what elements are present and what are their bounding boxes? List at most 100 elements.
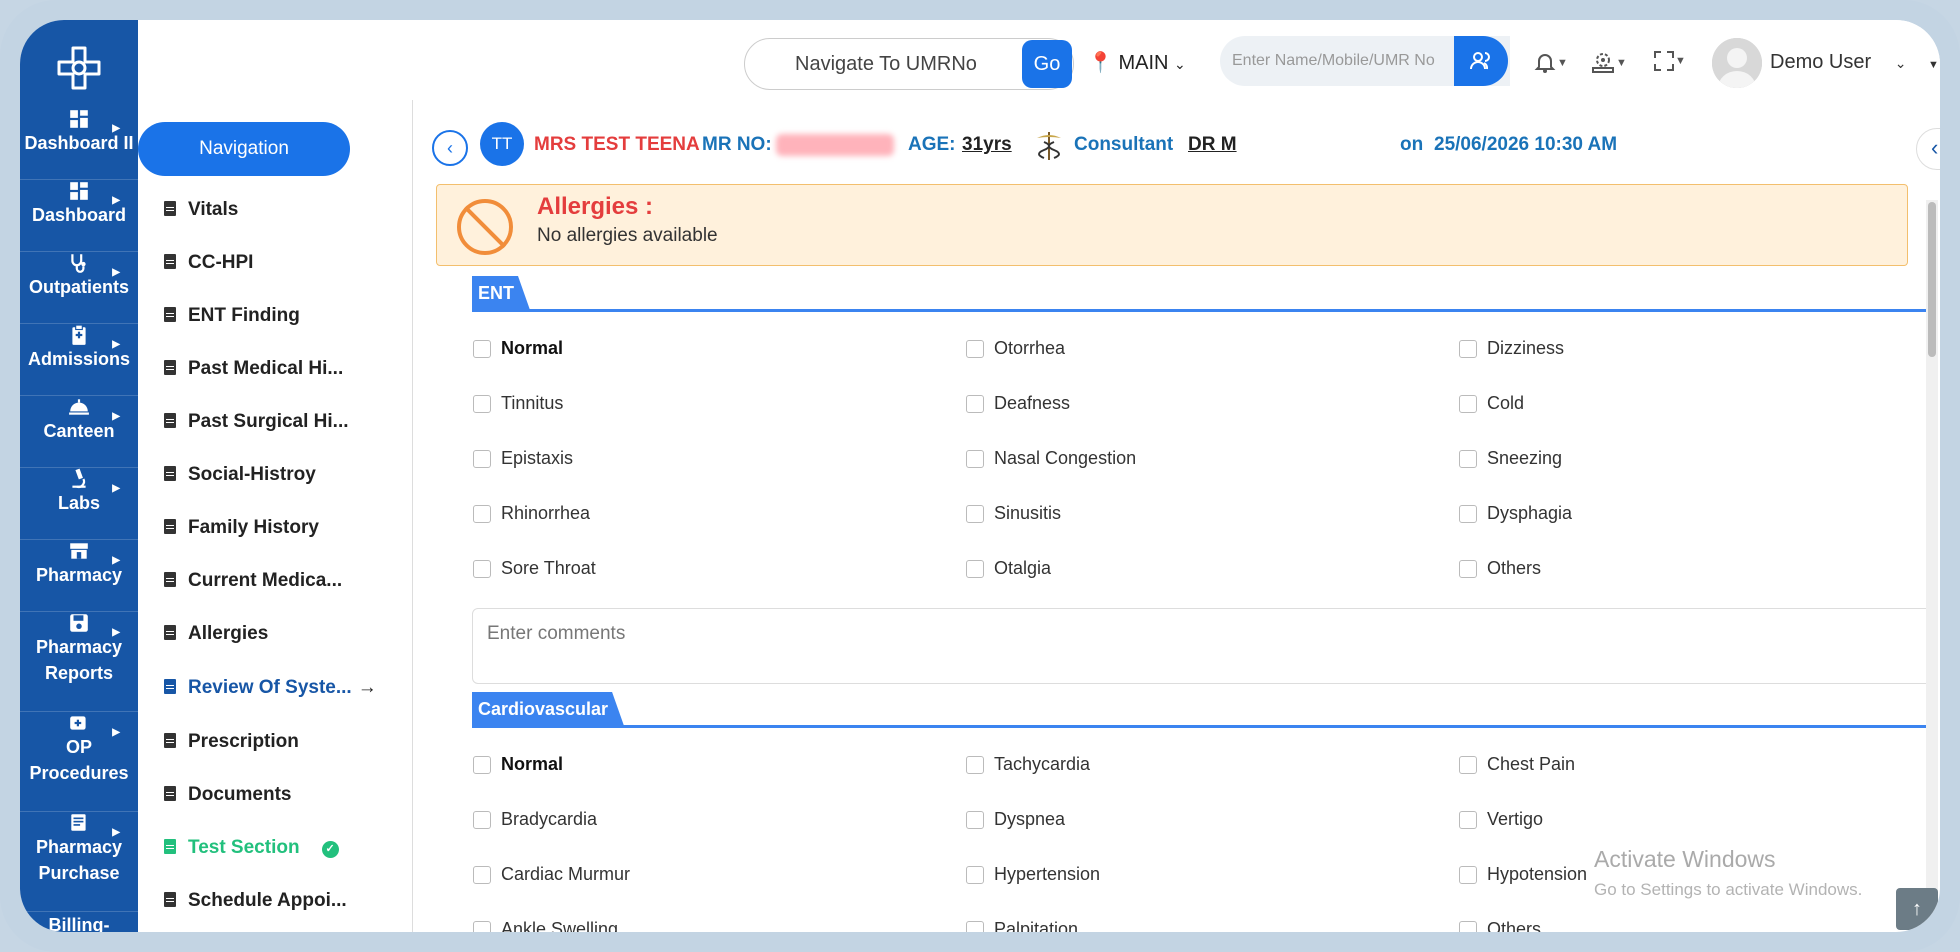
cardio-option-palpitation[interactable]: Palpitation [966,919,1078,932]
checkbox[interactable] [966,811,984,829]
checkbox[interactable] [1459,866,1477,884]
sidebar-item-pharmacy-purchase[interactable]: ▶ Pharmacy Purchase [20,812,138,912]
checkbox[interactable] [473,450,491,468]
sidebar-item-pharmacy-reports[interactable]: ▶ Pharmacy Reports [20,612,138,712]
nav-item-family-history[interactable]: Family History [164,513,319,543]
checkbox[interactable] [966,450,984,468]
nav-item-schedule-appointment[interactable]: Schedule Appoi... [164,886,347,916]
ent-option-otalgia[interactable]: Otalgia [966,558,1051,579]
checkbox[interactable] [966,340,984,358]
sidebar-item-dashboard[interactable]: ▶ Dashboard [20,180,138,252]
cardio-option-normal[interactable]: Normal [473,754,563,775]
checkbox[interactable] [966,921,984,932]
user-avatar-icon [1712,38,1762,88]
nav-item-label: Past Surgical Hi... [188,411,349,432]
patient-search-button[interactable] [1454,36,1508,86]
cardio-option-bradycardia[interactable]: Bradycardia [473,809,597,830]
ent-option-sinusitis[interactable]: Sinusitis [966,503,1061,524]
nav-item-review-of-systems[interactable]: Review Of Syste... → [164,673,377,703]
checkbox[interactable] [473,505,491,523]
ent-comments-textarea[interactable]: Enter comments [472,608,1934,684]
cardio-option-cardiac-murmur[interactable]: Cardiac Murmur [473,864,630,885]
ent-option-dizziness[interactable]: Dizziness [1459,338,1564,359]
nav-item-allergies[interactable]: Allergies [164,619,268,649]
consultant-label: Consultant [1074,134,1174,155]
checkbox[interactable] [1459,921,1477,932]
bell-icon [1534,54,1556,73]
nav-item-documents[interactable]: Documents [164,780,291,810]
history-toggle[interactable]: ‹ [1916,128,1940,170]
nav-item-prescription[interactable]: Prescription [164,727,299,757]
checkbox[interactable] [1459,560,1477,578]
ent-option-otorrhea[interactable]: Otorrhea [966,338,1065,359]
go-button[interactable]: Go [1022,40,1072,88]
nav-item-past-medical-history[interactable]: Past Medical Hi... [164,354,343,384]
location-selector[interactable]: 📍 MAIN ⌄ [1088,50,1186,75]
ent-option-deafness[interactable]: Deafness [966,393,1070,414]
checkbox[interactable] [966,866,984,884]
checkbox[interactable] [966,756,984,774]
checkbox[interactable] [473,395,491,413]
cardio-option-hypertension[interactable]: Hypertension [966,864,1100,885]
notifications-dropdown[interactable]: ▼ [1533,50,1568,79]
checkbox[interactable] [1459,505,1477,523]
navigation-header-button[interactable]: Navigation [138,122,350,176]
nav-item-current-medication[interactable]: Current Medica... [164,566,342,596]
cardio-option-others[interactable]: Others [1459,919,1541,932]
nav-item-test-section[interactable]: Test Section ✓ [164,833,339,863]
nav-item-vitals[interactable]: Vitals [164,195,238,225]
checkbox[interactable] [473,811,491,829]
checkbox[interactable] [1459,811,1477,829]
ent-option-normal[interactable]: Normal [473,338,563,359]
ent-option-others[interactable]: Others [1459,558,1541,579]
avatar[interactable] [1712,38,1762,88]
checkbox[interactable] [1459,395,1477,413]
checkbox[interactable] [473,866,491,884]
cardio-option-hypotension[interactable]: Hypotension [1459,864,1587,885]
user-menu[interactable]: Demo User ⌄ ▼ [1770,51,1939,74]
nav-item-ent-finding[interactable]: ENT Finding [164,301,300,331]
scrollbar-thumb[interactable] [1928,202,1936,357]
ent-option-tinnitus[interactable]: Tinnitus [473,393,563,414]
ent-option-epistaxis[interactable]: Epistaxis [473,448,574,469]
settings-dropdown[interactable]: ▼ [1590,50,1627,79]
user-name-label: Demo User [1770,51,1872,73]
nav-item-past-surgical-history[interactable]: Past Surgical Hi... [164,407,349,437]
cardio-option-dyspnea[interactable]: Dyspnea [966,809,1065,830]
sidebar-item-outpatients[interactable]: ▶ Outpatients [20,252,138,324]
cardio-option-vertigo[interactable]: Vertigo [1459,809,1543,830]
cardio-option-chest-pain[interactable]: Chest Pain [1459,754,1575,775]
ent-option-rhinorrhea[interactable]: Rhinorrhea [473,503,590,524]
option-label: Epistaxis [501,448,574,468]
fullscreen-dropdown[interactable]: ▼ [1653,50,1686,77]
sidebar-item-labs[interactable]: ▶ Labs [20,468,138,540]
ent-option-dysphagia[interactable]: Dysphagia [1459,503,1572,524]
ent-option-sneezing[interactable]: Sneezing [1459,448,1562,469]
sidebar-item-op-procedures[interactable]: ▶ OP Procedures [20,712,138,812]
checkbox[interactable] [966,505,984,523]
sidebar-item-billing[interactable]: Billing- [20,912,138,932]
sidebar-item-dashboard-ii[interactable]: ▶ Dashboard II [20,108,138,180]
nav-item-cc-hpi[interactable]: CC-HPI [164,248,253,278]
nav-item-social-history[interactable]: Social-Histroy [164,460,316,490]
checkbox[interactable] [473,340,491,358]
sidebar-item-admissions[interactable]: ▶ Admissions [20,324,138,396]
cardio-option-ankle-swelling[interactable]: Ankle Swelling [473,919,618,932]
checkbox[interactable] [1459,450,1477,468]
checkbox[interactable] [473,756,491,774]
ent-option-nasal-congestion[interactable]: Nasal Congestion [966,448,1136,469]
document-icon [164,413,176,428]
sidebar-item-canteen[interactable]: ▶ Canteen [20,396,138,468]
checkbox[interactable] [966,560,984,578]
checkbox[interactable] [473,560,491,578]
cardio-option-tachycardia[interactable]: Tachycardia [966,754,1090,775]
checkbox[interactable] [1459,756,1477,774]
scroll-to-top-button[interactable]: ↑ [1896,888,1938,930]
checkbox[interactable] [1459,340,1477,358]
ent-option-cold[interactable]: Cold [1459,393,1524,414]
sidebar-item-pharmacy[interactable]: ▶ Pharmacy [20,540,138,612]
ent-option-sore-throat[interactable]: Sore Throat [473,558,596,579]
checkbox[interactable] [966,395,984,413]
checkbox[interactable] [473,921,491,932]
back-button[interactable]: ‹ [432,130,468,166]
